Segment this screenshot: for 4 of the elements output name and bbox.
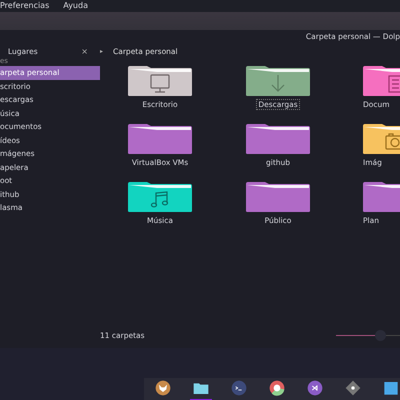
menu-item[interactable]: Ayuda	[63, 0, 88, 12]
slider-handle[interactable]	[374, 330, 386, 340]
close-button[interactable]: ×	[81, 46, 88, 56]
menu-item[interactable]: Preferencias	[0, 0, 50, 12]
